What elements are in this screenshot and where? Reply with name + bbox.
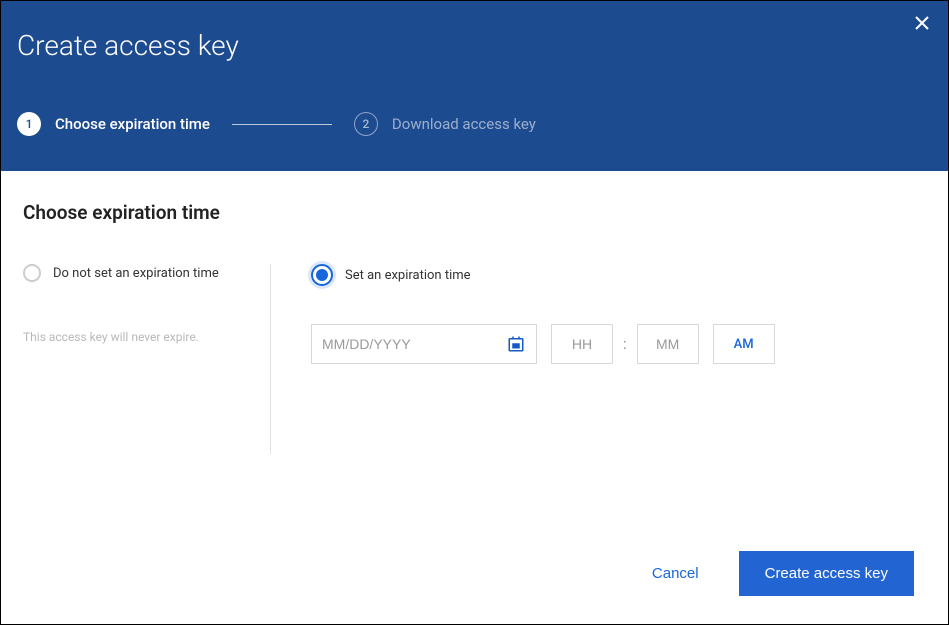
step-connector (232, 124, 332, 125)
ampm-toggle[interactable]: AM (713, 324, 775, 364)
minute-input[interactable] (638, 336, 698, 352)
create-access-key-modal: Create access key 1 Choose expiration ti… (0, 0, 949, 625)
close-button[interactable] (908, 9, 936, 37)
hour-input-wrap (551, 324, 613, 364)
option-set-expiration: Set an expiration time : (271, 264, 926, 454)
step-2-label: Download access key (392, 115, 536, 133)
radio-no-expiration-control[interactable] (23, 264, 41, 282)
radio-set-expiration-control[interactable] (311, 264, 333, 286)
hour-input[interactable] (552, 336, 612, 352)
calendar-button[interactable] (506, 334, 526, 354)
option-no-expiration: Do not set an expiration time This acces… (23, 264, 271, 454)
no-expiration-hint: This access key will never expire. (23, 330, 250, 344)
modal-title: Create access key (17, 29, 920, 62)
modal-header: Create access key 1 Choose expiration ti… (1, 1, 948, 171)
step-1-label: Choose expiration time (55, 115, 210, 133)
datetime-inputs: : AM (311, 324, 926, 364)
radio-no-expiration[interactable]: Do not set an expiration time (23, 264, 250, 282)
minute-input-wrap (637, 324, 699, 364)
step-1-number: 1 (17, 112, 41, 136)
modal-body: Choose expiration time Do not set an exp… (1, 171, 948, 531)
close-icon (914, 15, 930, 31)
create-access-key-button[interactable]: Create access key (739, 551, 914, 596)
stepper: 1 Choose expiration time 2 Download acce… (17, 112, 920, 136)
radio-set-expiration-label: Set an expiration time (345, 268, 471, 283)
time-colon: : (623, 335, 627, 353)
radio-set-expiration[interactable]: Set an expiration time (311, 264, 926, 286)
step-1[interactable]: 1 Choose expiration time (17, 112, 210, 136)
ampm-label: AM (734, 337, 754, 352)
step-2-number: 2 (354, 112, 378, 136)
step-2[interactable]: 2 Download access key (354, 112, 536, 136)
cancel-button[interactable]: Cancel (652, 565, 699, 582)
date-input[interactable] (322, 336, 482, 352)
calendar-icon (507, 335, 525, 353)
expiration-options: Do not set an expiration time This acces… (23, 264, 926, 454)
section-title: Choose expiration time (23, 201, 926, 224)
radio-no-expiration-label: Do not set an expiration time (53, 266, 219, 281)
modal-footer: Cancel Create access key (1, 531, 948, 624)
date-input-wrap (311, 324, 537, 364)
